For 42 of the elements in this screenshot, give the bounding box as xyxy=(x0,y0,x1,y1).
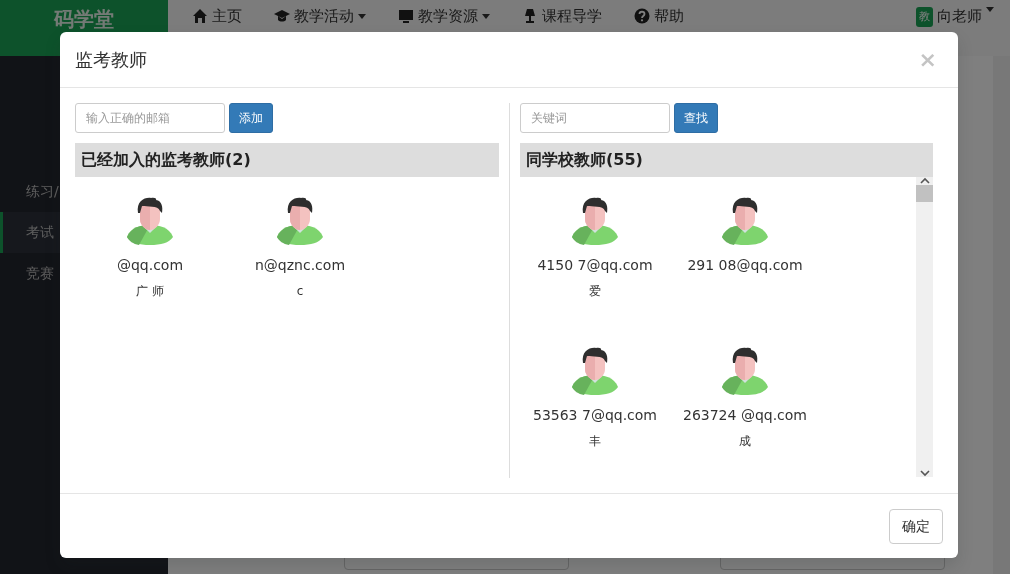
avatar-icon xyxy=(572,347,618,395)
home-icon xyxy=(192,8,208,24)
help-icon xyxy=(634,8,650,24)
caret-icon xyxy=(358,13,366,19)
monitor-icon xyxy=(398,8,414,24)
action-button[interactable]: 添加 xyxy=(229,103,273,133)
scrollbar[interactable] xyxy=(916,177,933,477)
graduation-cap-icon xyxy=(274,8,290,24)
teacher-name: 爱 xyxy=(589,283,601,300)
teacher-email: 291 08@qq.com xyxy=(687,256,803,275)
search-field[interactable]: 关键词 xyxy=(520,103,670,133)
teacher-email: 53563 7@qq.com xyxy=(533,406,657,425)
teacher-name: 成 xyxy=(739,433,751,450)
teacher-name: c xyxy=(296,283,304,300)
scroll-up-icon xyxy=(919,177,930,185)
action-button[interactable]: 查找 xyxy=(674,103,718,133)
nav-link[interactable]: 主页 xyxy=(176,0,258,25)
teacher-email: 4150 7@qq.com xyxy=(537,256,653,275)
search-field[interactable]: 输入正确的邮箱 xyxy=(75,103,225,133)
teacher-name: 丰 xyxy=(589,433,601,450)
role-badge: 教 xyxy=(916,7,933,27)
lamp-icon xyxy=(522,8,538,24)
nav-link[interactable]: 课程导学 xyxy=(506,0,618,25)
scrollbar-thumb[interactable] xyxy=(916,185,933,202)
teacher-name: 广 师 xyxy=(136,283,164,300)
avatar-icon xyxy=(722,197,768,245)
section-heading: 已经加入的监考教师(2) xyxy=(75,143,499,177)
teacher-email: 263724 @qq.com xyxy=(683,406,807,425)
teacher-email: n@qznc.com xyxy=(255,256,345,275)
confirm-button[interactable]: 确定 xyxy=(889,508,943,544)
section-heading: 同学校教师(55) xyxy=(520,143,933,177)
avatar-icon xyxy=(572,197,618,245)
caret-icon xyxy=(482,13,490,19)
nav-link[interactable]: 教学活动 xyxy=(258,0,382,25)
teacher-email: @qq.com xyxy=(116,256,184,275)
nav-link[interactable]: 教学资源 xyxy=(382,0,506,25)
scroll-down-icon xyxy=(919,469,930,477)
caret-icon xyxy=(986,7,994,12)
avatar-icon xyxy=(127,197,173,245)
nav-link[interactable]: 帮助 xyxy=(618,0,700,25)
avatar-icon xyxy=(722,347,768,395)
avatar-icon xyxy=(277,197,323,245)
